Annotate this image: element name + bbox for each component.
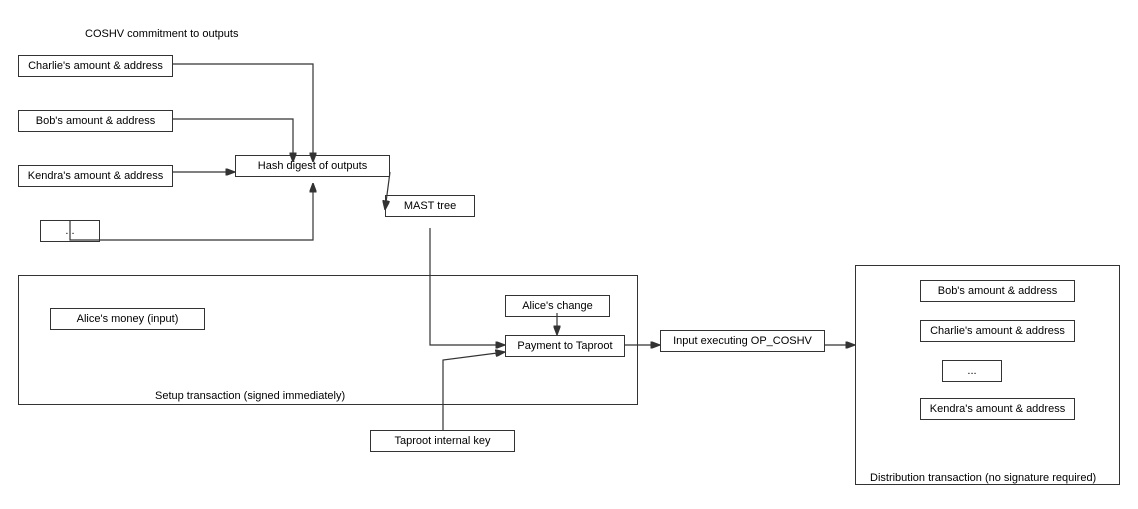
mast-tree-box: MAST tree — [385, 195, 475, 217]
dist-bobs-box: Bob's amount & address — [920, 280, 1075, 302]
charlies-box: Charlie's amount & address — [18, 55, 173, 77]
dist-kendras-box: Kendra's amount & address — [920, 398, 1075, 420]
coshv-label: COSHV commitment to outputs — [85, 28, 238, 40]
alices-money-box: Alice's money (input) — [50, 308, 205, 330]
hash-digest-box: Hash digest of outputs — [235, 155, 390, 177]
ellipsis-top: ... — [40, 220, 100, 242]
distribution-transaction-label: Distribution transaction (no signature r… — [870, 472, 1096, 484]
payment-to-taproot-box: Payment to Taproot — [505, 335, 625, 357]
dist-ellipsis-box: ... — [942, 360, 1002, 382]
bobs-box: Bob's amount & address — [18, 110, 173, 132]
diagram: COSHV commitment to outputs Charlie's am… — [0, 0, 1138, 509]
taproot-internal-key-box: Taproot internal key — [370, 430, 515, 452]
alices-change-box: Alice's change — [505, 295, 610, 317]
dist-charlies-box: Charlie's amount & address — [920, 320, 1075, 342]
input-executing-box: Input executing OP_COSHV — [660, 330, 825, 352]
setup-transaction-label: Setup transaction (signed immediately) — [155, 390, 345, 402]
kendras-box: Kendra's amount & address — [18, 165, 173, 187]
